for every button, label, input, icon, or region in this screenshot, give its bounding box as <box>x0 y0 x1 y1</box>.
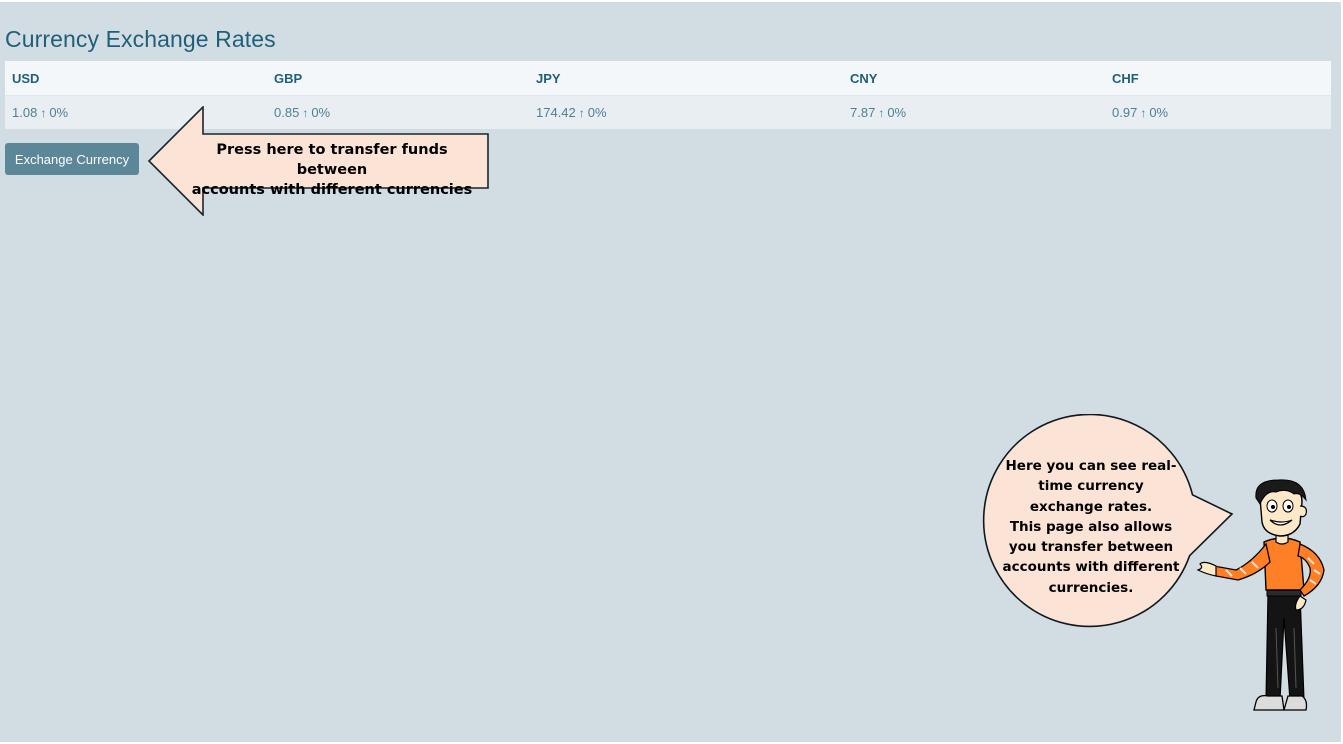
arrow-text-line: accounts with different currencies <box>191 182 473 198</box>
guide-character-illustration <box>1196 479 1325 711</box>
page-title: Currency Exchange Rates <box>5 26 276 52</box>
rate-value: 1.08 <box>12 105 38 120</box>
rate-cell-cny: 7.87 ↑ 0% <box>843 95 1105 129</box>
table-header-row: USD GBP JPY CNY CHF <box>5 61 1331 96</box>
bubble-text-line: accounts with different <box>1002 559 1180 576</box>
arrow-up-icon: ↑ <box>578 106 585 120</box>
bubble-text-line: currencies. <box>1048 579 1134 596</box>
bubble-text-line: exchange rates. <box>1029 498 1153 515</box>
rate-value: 0.97 <box>1112 105 1138 120</box>
tutorial-arrow-text: Press here to transfer funds between acc… <box>182 140 482 200</box>
arrow-text-line: Press here to transfer funds between <box>216 142 448 178</box>
bubble-text-line: you transfer between <box>1008 539 1174 556</box>
rate-cell-chf: 0.97 ↑ 0% <box>1105 95 1331 129</box>
speech-bubble-text: Here you can see real- time currency exc… <box>997 456 1185 598</box>
rate-change: 0% <box>1149 105 1169 120</box>
arrow-up-icon: ↑ <box>878 106 885 120</box>
exchange-currency-button[interactable]: Exchange Currency <box>5 143 139 175</box>
rate-change: 0% <box>887 105 907 120</box>
bubble-text-line: This page also allows <box>1009 518 1173 535</box>
bubble-text-line: Here you can see real- <box>1005 458 1177 474</box>
rate-change: 0% <box>49 105 69 120</box>
rate-change: 0% <box>587 105 607 120</box>
column-header-gbp: GBP <box>267 61 529 96</box>
column-header-jpy: JPY <box>529 61 843 96</box>
column-header-chf: CHF <box>1105 61 1331 96</box>
column-header-cny: CNY <box>843 61 1105 96</box>
arrow-up-icon: ↑ <box>1140 106 1147 120</box>
rate-value: 7.87 <box>850 105 876 120</box>
rate-cell-jpy: 174.42 ↑ 0% <box>529 95 843 129</box>
arrow-up-icon: ↑ <box>40 106 47 120</box>
rate-value: 174.42 <box>536 105 576 120</box>
bubble-text-line: time currency <box>1038 478 1144 495</box>
column-header-usd: USD <box>5 61 267 96</box>
